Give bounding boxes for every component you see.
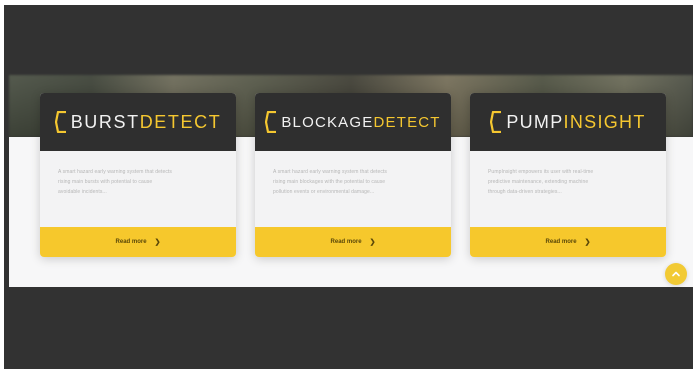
card-logo-part-1: PUMP [506,111,564,132]
card-logo: BLOCKAGEDETECT [281,114,440,131]
card-description-line: rising main blockages with the potential… [273,179,386,185]
card-logo-part-2: INSIGHT [563,111,646,132]
product-card-pumpinsight: PUMPINSIGHT PumpInsight empowers its use… [470,93,666,257]
card-header: BURSTDETECT [40,93,236,151]
product-card-blockagedetect: BLOCKAGEDETECT A smart hazard early warn… [255,93,451,257]
read-more-label: Read more [115,239,147,245]
card-logo-part-2: DETECT [139,111,222,132]
read-more-label: Read more [330,239,362,245]
read-more-button[interactable]: Read more ❯ [255,227,451,257]
chevron-up-icon [672,271,680,277]
card-description: PumpInsight empowers its user with real-… [470,151,666,231]
screenshot-frame: BURSTDETECT A smart hazard early warning… [4,5,693,369]
card-description-line: rising main bursts with potential to cau… [58,179,153,185]
read-more-label: Read more [545,239,577,245]
read-more-button[interactable]: Read more ❯ [40,227,236,257]
card-description-line: A smart hazard early warning system that… [58,169,173,175]
card-logo-part-1: BURST [70,111,140,132]
card-description-line: avoidable incidents... [58,189,107,195]
card-header: BLOCKAGEDETECT [255,93,451,151]
card-description-line: pollution events or environmental damage… [273,189,375,195]
card-description: A smart hazard early warning system that… [40,151,236,231]
card-description: A smart hazard early warning system that… [255,151,451,231]
card-logo-part-2: DETECT [373,113,441,131]
card-description-line: PumpInsight empowers its user with real-… [488,169,594,175]
card-description-line: predictive maintenance, extending machin… [488,179,589,185]
hexagon-bracket-icon [54,111,66,133]
card-header: PUMPINSIGHT [470,93,666,151]
hexagon-bracket-icon [490,111,502,133]
chevron-right-icon: ❯ [154,238,161,246]
card-description-line: A smart hazard early warning system that… [273,169,388,175]
card-logo: BURSTDETECT [71,112,222,133]
read-more-button[interactable]: Read more ❯ [470,227,666,257]
card-logo-part-1: BLOCKAGE [281,113,374,131]
card-logo: PUMPINSIGHT [506,112,645,133]
card-description-line: through data-driven strategies... [488,189,562,195]
scroll-to-top-button[interactable] [665,263,687,285]
hexagon-bracket-icon [265,111,277,133]
chevron-right-icon: ❯ [369,238,376,246]
chevron-right-icon: ❯ [584,238,591,246]
product-card-burstdetect: BURSTDETECT A smart hazard early warning… [40,93,236,257]
